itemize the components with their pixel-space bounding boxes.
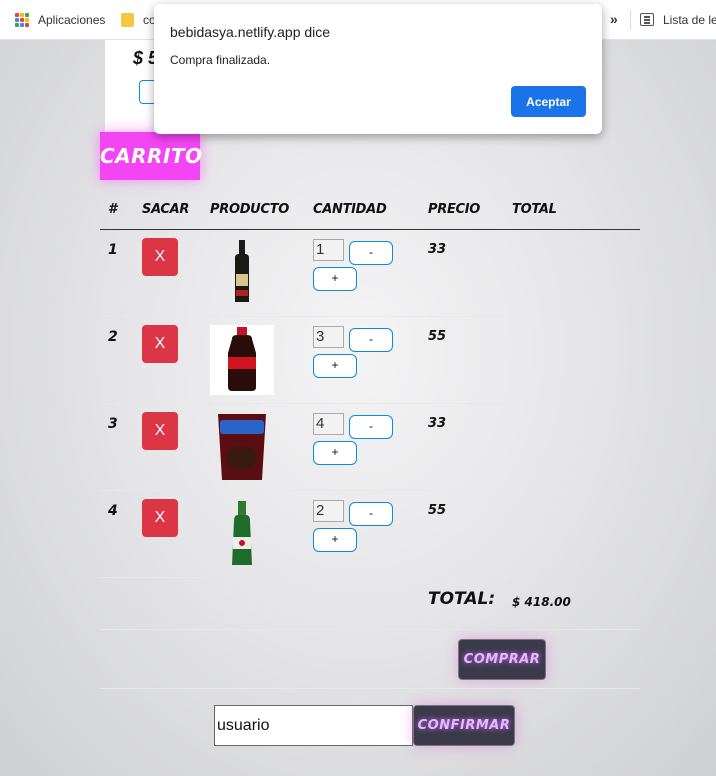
heineken-bottle-image [232, 501, 252, 565]
row-price: 33 [428, 416, 447, 431]
remove-button[interactable]: X [142, 412, 178, 450]
confirm-button[interactable]: CONFIRMAR [413, 705, 515, 746]
remove-button[interactable]: X [142, 238, 178, 276]
decrease-button[interactable]: - [349, 241, 393, 265]
folder-icon[interactable] [121, 13, 134, 27]
reading-list-icon[interactable] [640, 13, 654, 26]
reading-list-label[interactable]: Lista de le [663, 13, 716, 27]
increase-button[interactable]: + [313, 267, 357, 291]
row-number: 3 [108, 416, 118, 432]
accept-button[interactable]: Aceptar [511, 86, 586, 117]
increase-button[interactable]: + [313, 441, 357, 465]
row-number: 4 [108, 503, 118, 519]
dialog-title: bebidasya.netlify.app dice [170, 24, 331, 40]
header-number: # [108, 202, 117, 217]
row-number: 1 [108, 242, 118, 258]
divider [630, 10, 631, 30]
total-label: TOTAL: [428, 589, 496, 609]
row-divider [100, 403, 505, 404]
liquor-bottle-image [235, 240, 249, 302]
remove-button[interactable]: X [142, 499, 178, 537]
dialog-message: Compra finalizada. [170, 53, 271, 67]
coca-cola-bottle-image [210, 325, 274, 395]
header-divider [100, 229, 640, 230]
increase-button[interactable]: + [313, 528, 357, 552]
bookmark-apps[interactable]: Aplicaciones [38, 13, 105, 27]
decrease-button[interactable]: - [349, 502, 393, 526]
quantity-field[interactable]: 1 [313, 239, 344, 261]
quantity-field[interactable]: 2 [313, 500, 344, 522]
cart-title: CARRITO [100, 132, 202, 180]
checkout-divider [100, 688, 640, 689]
header-product: PRODUCTO [210, 202, 289, 217]
row-price: 33 [428, 242, 447, 257]
quantity-field[interactable]: 3 [313, 326, 344, 348]
header-quantity: CANTIDAD [313, 202, 387, 217]
row-divider [100, 316, 505, 317]
remove-button[interactable]: X [142, 325, 178, 363]
more-bookmarks-icon[interactable]: » [610, 11, 618, 27]
row-price: 55 [428, 503, 447, 518]
username-input[interactable] [214, 705, 413, 746]
decrease-button[interactable]: - [349, 415, 393, 439]
header-remove: SACAR [142, 202, 190, 217]
row-price: 55 [428, 329, 447, 344]
increase-button[interactable]: + [313, 354, 357, 378]
decrease-button[interactable]: - [349, 328, 393, 352]
buy-button[interactable]: COMPRAR [458, 639, 546, 680]
total-value: $ 418.00 [512, 595, 571, 609]
krachitos-chips-bag-image [218, 414, 266, 480]
row-number: 2 [108, 329, 118, 345]
quantity-field[interactable]: 4 [313, 413, 344, 435]
alert-dialog: bebidasya.netlify.app dice Compra finali… [154, 4, 602, 134]
apps-grid-icon[interactable] [15, 13, 29, 27]
header-price: PRECIO [428, 202, 481, 217]
total-divider [100, 629, 640, 630]
row-divider [100, 490, 505, 491]
row-divider [100, 577, 505, 578]
header-total: TOTAL [512, 202, 557, 217]
